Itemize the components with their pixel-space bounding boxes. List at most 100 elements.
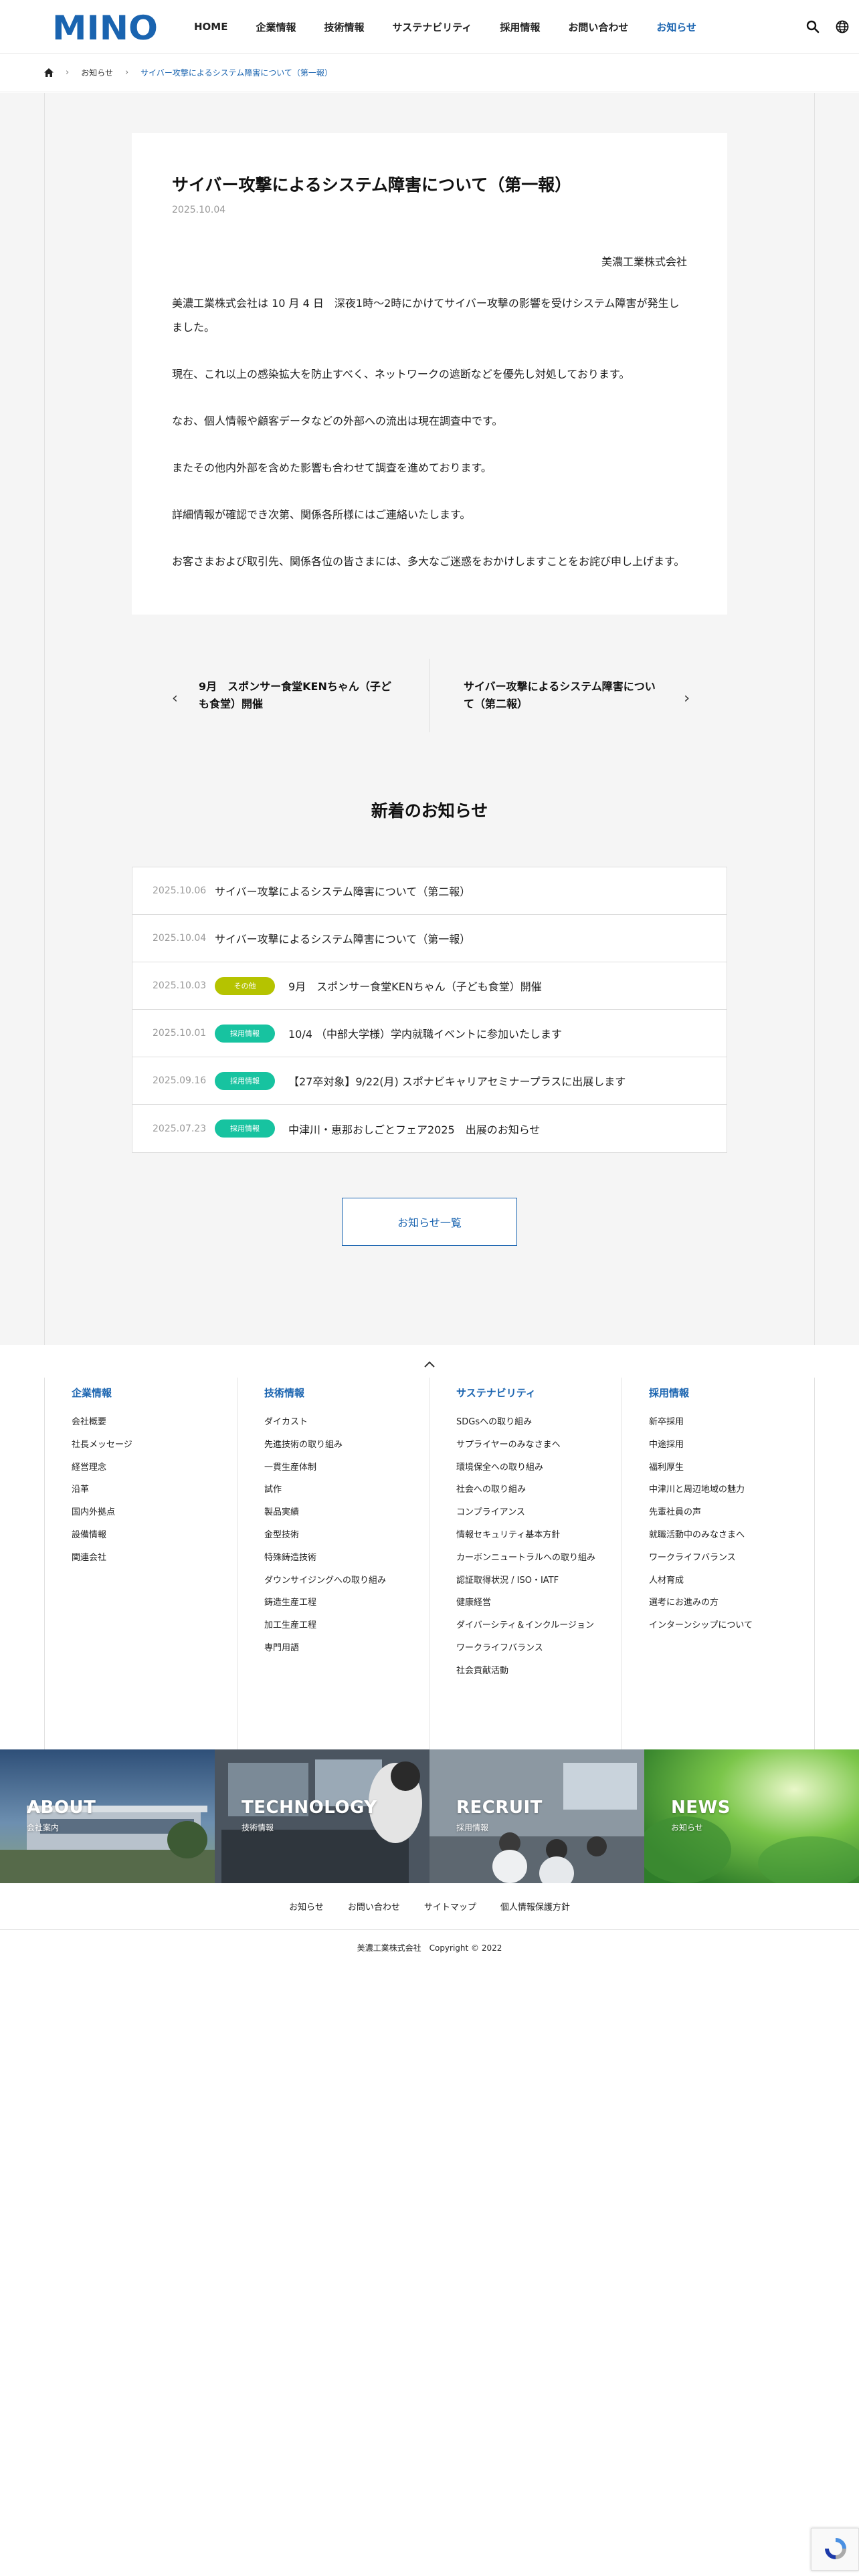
- news-date: 2025.10.04: [153, 933, 207, 944]
- banner-title: ABOUT: [27, 1798, 96, 1818]
- footer-link[interactable]: 一貫生産体制: [264, 1461, 418, 1475]
- chevron-left-icon: ‹: [172, 690, 178, 707]
- footer-link[interactable]: 特殊鋳造技術: [264, 1551, 418, 1566]
- footer-link[interactable]: 加工生産工程: [264, 1619, 418, 1633]
- news-date: 2025.10.01: [153, 1028, 207, 1039]
- footer-bottom-link[interactable]: サイトマップ: [424, 1900, 476, 1913]
- footer-link[interactable]: 先輩社員の声: [649, 1506, 803, 1520]
- category-badge: その他: [215, 976, 275, 995]
- footer-link[interactable]: 鋳造生産工程: [264, 1596, 418, 1610]
- site-header: MINO HOME 企業情報 技術情報 サステナビリティ 採用情報 お問い合わせ…: [0, 0, 859, 53]
- footer-link[interactable]: 認証取得状況 / ISO・IATF: [456, 1574, 597, 1588]
- news-item[interactable]: 2025.07.23 採用情報 中津川・恵那おしごとフェア2025 出展のお知ら…: [132, 1105, 727, 1152]
- footer-link[interactable]: 環境保全への取り組み: [456, 1461, 597, 1475]
- footer-col-title[interactable]: 企業情報: [72, 1386, 225, 1400]
- footer-link[interactable]: サプライヤーのみなさまへ: [456, 1438, 597, 1453]
- footer-link[interactable]: 情報セキュリティ基本方針: [456, 1529, 597, 1543]
- nav-technology[interactable]: 技術情報: [324, 20, 365, 34]
- footer-link[interactable]: 人材育成: [649, 1574, 803, 1588]
- nav-contact[interactable]: お問い合わせ: [568, 20, 628, 34]
- news-date: 2025.07.23: [153, 1123, 207, 1134]
- footer-bottom-nav: お知らせ お問い合わせ サイトマップ 個人情報保護方針: [0, 1883, 859, 1930]
- news-item[interactable]: 2025.10.04 サイバー攻撃によるシステム障害について（第一報）: [132, 915, 727, 962]
- footer-link[interactable]: 新卒採用: [649, 1416, 803, 1430]
- article-paragraph: お客さまおよび取引先、関係各位の皆さまには、多大なご迷惑をおかけしますことをお詫…: [172, 555, 685, 568]
- footer-link[interactable]: 選考にお進みの方: [649, 1596, 803, 1610]
- footer-bottom-link[interactable]: 個人情報保護方針: [500, 1900, 570, 1913]
- news-item[interactable]: 2025.10.06 サイバー攻撃によるシステム障害について（第二報）: [132, 867, 727, 915]
- article: サイバー攻撃によるシステム障害について（第一報） 2025.10.04 美濃工業…: [132, 133, 727, 615]
- banner-technology[interactable]: TECHNOLOGY 技術情報: [215, 1749, 430, 1883]
- footer-link[interactable]: 試作: [264, 1483, 418, 1497]
- category-badge: 採用情報: [215, 1071, 275, 1090]
- footer-link[interactable]: 社会への取り組み: [456, 1483, 597, 1497]
- article-paragraph: またその他内外部を含めた影響も合わせて調査を進めております。: [172, 461, 492, 474]
- news-item[interactable]: 2025.09.16 採用情報 【27卒対象】9/22(月) スポナビキャリアセ…: [132, 1057, 727, 1105]
- footer-link[interactable]: 金型技術: [264, 1529, 418, 1543]
- footer-col-title[interactable]: 技術情報: [264, 1386, 418, 1400]
- footer-link[interactable]: 社会貢献活動: [456, 1665, 597, 1679]
- footer-link[interactable]: 関連会社: [72, 1551, 225, 1566]
- footer-link[interactable]: 社長メッセージ: [72, 1438, 225, 1453]
- footer-bottom-link[interactable]: お知らせ: [289, 1900, 324, 1913]
- logo-text: MINO: [52, 10, 158, 42]
- banner-news[interactable]: NEWS お知らせ: [644, 1749, 859, 1883]
- news-item[interactable]: 2025.10.01 採用情報 10/4 （中部大学様）学内就職イベントに参加い…: [132, 1010, 727, 1057]
- globe-icon[interactable]: [834, 19, 850, 35]
- footer-link[interactable]: 沿革: [72, 1483, 225, 1497]
- breadcrumb-separator: ›: [66, 68, 70, 78]
- footer-link[interactable]: コンプライアンス: [456, 1506, 597, 1520]
- footer-link[interactable]: 国内外拠点: [72, 1506, 225, 1520]
- footer-link[interactable]: ダイバーシティ＆インクルージョン: [456, 1619, 597, 1633]
- recaptcha-badge[interactable]: [811, 2528, 859, 2571]
- chevron-up-icon[interactable]: [421, 1358, 438, 1371]
- banner-about[interactable]: ABOUT 会社案内: [0, 1749, 215, 1883]
- latest-news-heading: 新着のお知らせ: [371, 801, 488, 821]
- article-company: 美濃工業株式会社: [601, 255, 687, 268]
- footer-link[interactable]: ダイカスト: [264, 1416, 418, 1430]
- footer-link[interactable]: 就職活動中のみなさまへ: [649, 1529, 803, 1543]
- footer-link[interactable]: 福利厚生: [649, 1461, 803, 1475]
- news-item[interactable]: 2025.10.03 その他 9月 スポンサー食堂KENちゃん（子ども食堂）開催: [132, 962, 727, 1010]
- news-list-button[interactable]: お知らせ一覧: [342, 1198, 517, 1246]
- footer-link[interactable]: 健康経営: [456, 1596, 597, 1610]
- article-date: 2025.10.04: [172, 205, 226, 215]
- news-title: 10/4 （中部大学様）学内就職イベントに参加いたします: [288, 1028, 563, 1041]
- footer-col-title[interactable]: サステナビリティ: [456, 1386, 597, 1400]
- footer-link[interactable]: インターンシップについて: [649, 1619, 803, 1633]
- footer-link[interactable]: 専門用語: [264, 1642, 418, 1656]
- breadcrumb-news[interactable]: お知らせ: [81, 67, 113, 78]
- next-post-link[interactable]: サイバー攻撃によるシステム障害について（第二報） ›: [430, 659, 727, 732]
- footer-link[interactable]: 経営理念: [72, 1461, 225, 1475]
- nav-sustainability[interactable]: サステナビリティ: [393, 20, 472, 34]
- footer-link[interactable]: 設備情報: [72, 1529, 225, 1543]
- nav-company[interactable]: 企業情報: [256, 20, 296, 34]
- news-title: 【27卒対象】9/22(月) スポナビキャリアセミナープラスに出展します: [288, 1075, 626, 1088]
- footer-link[interactable]: 中津川と周辺地域の魅力: [649, 1483, 803, 1497]
- home-icon[interactable]: [44, 68, 54, 77]
- footer-link[interactable]: ワークライフバランス: [456, 1642, 597, 1656]
- footer-banners: ABOUT 会社案内 TECHNOLOGY 技術情報 RECRUIT 採用情報: [0, 1749, 859, 1883]
- footer-link[interactable]: 中途採用: [649, 1438, 803, 1453]
- nav-recruit[interactable]: 採用情報: [500, 20, 540, 34]
- footer-link[interactable]: ダウンサイジングへの取り組み: [264, 1574, 418, 1588]
- footer-link[interactable]: SDGsへの取り組み: [456, 1416, 597, 1430]
- footer-link[interactable]: 製品実績: [264, 1506, 418, 1520]
- footer-col-title[interactable]: 採用情報: [649, 1386, 803, 1400]
- prev-post-title: 9月 スポンサー食堂KENちゃん（子ども食堂）開催: [199, 680, 391, 710]
- search-icon[interactable]: [805, 19, 821, 35]
- post-pager: ‹ 9月 スポンサー食堂KENちゃん（子ども食堂）開催 サイバー攻撃によるシステ…: [132, 659, 727, 732]
- footer-link[interactable]: ワークライフバランス: [649, 1551, 803, 1566]
- news-title: サイバー攻撃によるシステム障害について（第一報）: [215, 933, 471, 946]
- footer-bottom-link[interactable]: お問い合わせ: [348, 1900, 400, 1913]
- mino-logo[interactable]: MINO: [52, 10, 159, 42]
- footer-link[interactable]: 会社概要: [72, 1416, 225, 1430]
- prev-post-link[interactable]: ‹ 9月 スポンサー食堂KENちゃん（子ども食堂）開催: [132, 659, 430, 732]
- news-title: 中津川・恵那おしごとフェア2025 出展のお知らせ: [288, 1123, 541, 1136]
- nav-news[interactable]: お知らせ: [656, 20, 696, 34]
- footer-link[interactable]: カーボンニュートラルへの取り組み: [456, 1551, 597, 1566]
- nav-home[interactable]: HOME: [194, 21, 227, 33]
- article-paragraph: なお、個人情報や顧客データなどの外部への流出は現在調査中です。: [172, 415, 503, 427]
- footer-link[interactable]: 先進技術の取り組み: [264, 1438, 418, 1453]
- banner-recruit[interactable]: RECRUIT 採用情報: [430, 1749, 644, 1883]
